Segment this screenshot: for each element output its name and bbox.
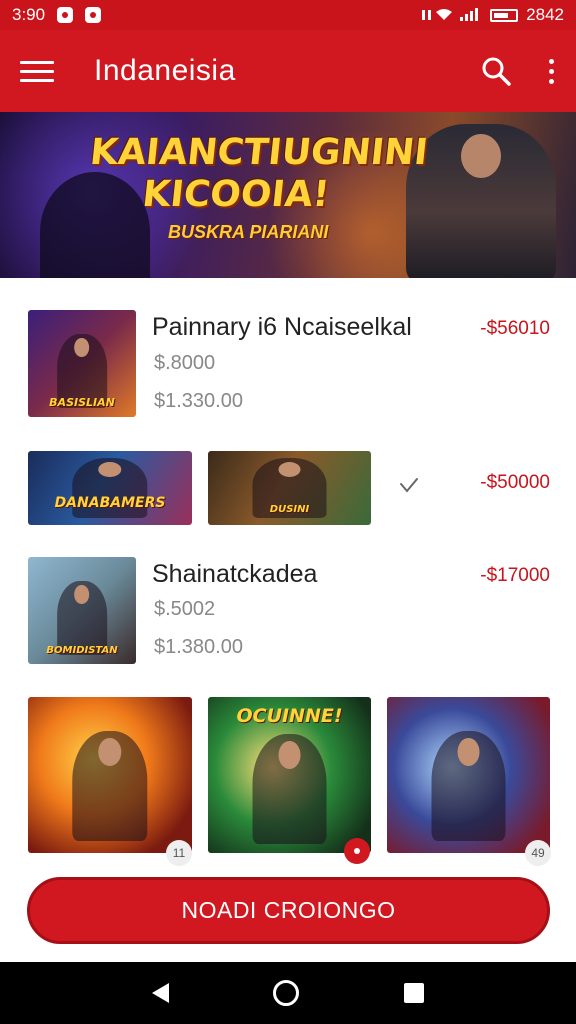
grid-card[interactable]: OCUINNE! (208, 697, 371, 853)
notification-icon (57, 7, 74, 23)
grid-badge-dot (344, 838, 370, 864)
check-icon[interactable] (398, 474, 420, 496)
banner-hero-image (406, 124, 556, 278)
grid-badge: 11 (166, 840, 192, 866)
item-thumbnail[interactable]: BASISLIAN (28, 310, 136, 417)
item-thumbnail[interactable]: BOMIDISTAN (28, 557, 136, 664)
grid-card[interactable] (28, 697, 192, 853)
item-thumbnail[interactable]: DANABAMERS (28, 451, 192, 525)
nav-recents-icon[interactable] (403, 983, 424, 1003)
promo-banner[interactable]: KAIANCTIUGNINI KICOOIA! (0, 112, 576, 278)
grid-card[interactable] (387, 697, 550, 853)
grid-card-caption: OCUINNE! (236, 705, 343, 727)
system-nav-bar (0, 962, 576, 1024)
app-title: Indaneisia (94, 54, 236, 87)
more-vert-icon[interactable] (546, 58, 556, 84)
item-discount-price: -$17000 (480, 565, 550, 586)
banner-title: KAIANCTIUGNINI KICOOIA! (88, 132, 430, 215)
thumbnail-caption: DANABAMERS (54, 495, 166, 511)
nav-home-icon[interactable] (273, 980, 300, 1006)
thumbnail-caption: DUSINI (269, 504, 310, 515)
item-title[interactable]: Painnary i6 Ncaiseelkal (152, 313, 412, 342)
item-discount-price: -$50000 (480, 472, 550, 493)
app-bar: Indaneisia (0, 30, 576, 112)
status-bar: 3:90 2842 (0, 0, 576, 30)
battery-icon (490, 8, 519, 22)
item-discount-price: -$56010 (480, 318, 550, 339)
hamburger-icon[interactable] (20, 54, 54, 88)
search-icon[interactable] (480, 55, 512, 87)
banner-subtitle: BUSKRA PIARIANI (168, 222, 329, 242)
thumbnail-caption: BASISLIAN (49, 396, 115, 409)
signal-icon (422, 8, 479, 21)
cta-button[interactable]: NOADI CROIONGO (27, 877, 550, 944)
item-price-line: $.8000 (154, 352, 216, 374)
thumbnail-caption: BOMIDISTAN (46, 645, 118, 656)
item-title[interactable]: Shainatckadea (152, 560, 317, 589)
item-price-line: $1.330.00 (154, 390, 243, 412)
status-right-text: 2842 (526, 5, 564, 24)
status-time: 3:90 (12, 5, 46, 24)
message-icon (85, 7, 102, 23)
nav-back-icon[interactable] (152, 983, 170, 1003)
item-thumbnail[interactable]: DUSINI (208, 451, 371, 525)
grid-badge: 49 (525, 840, 551, 866)
item-price-line: $.5002 (154, 598, 216, 620)
item-price-line: $1.380.00 (154, 636, 243, 658)
